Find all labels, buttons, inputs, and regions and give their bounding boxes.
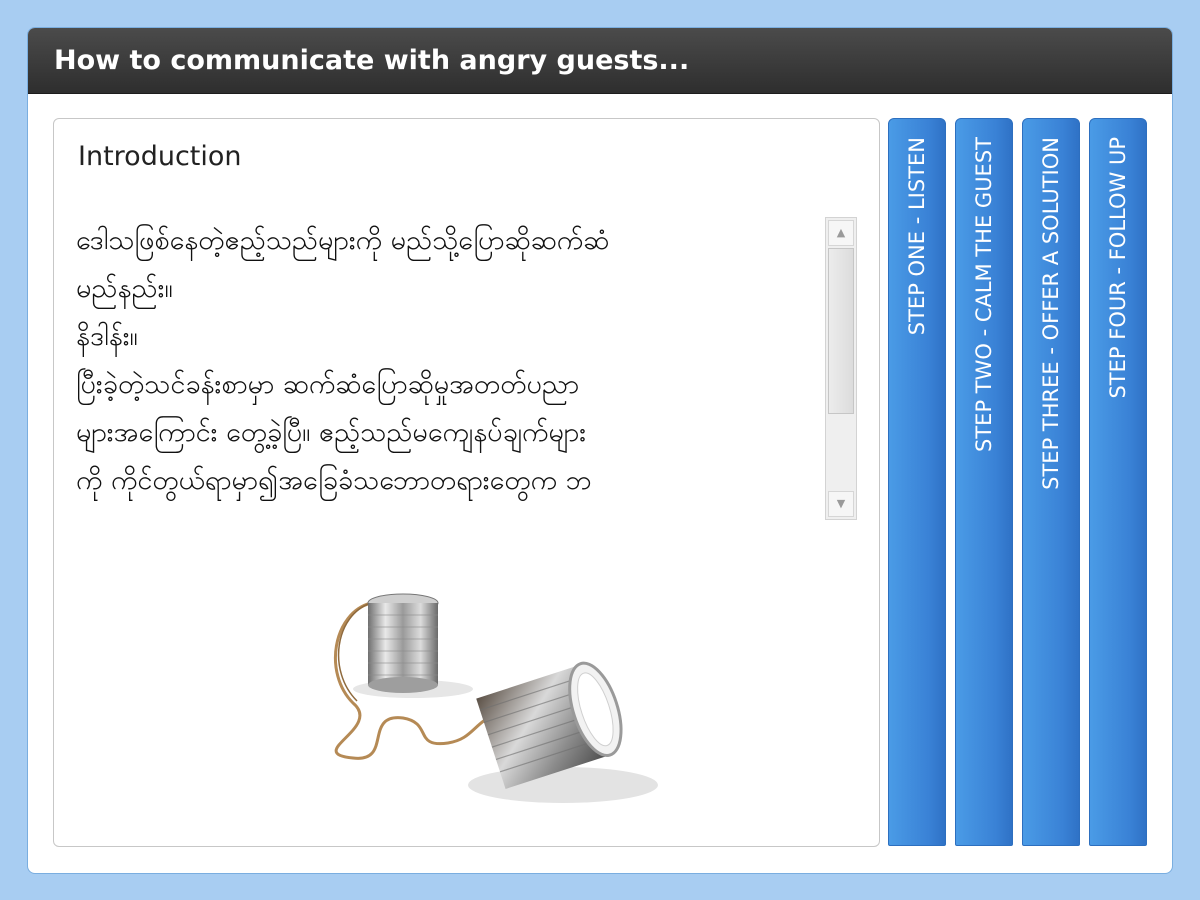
tab-step-two-label: STEP TWO - CALM THE GUEST [972,137,996,452]
tab-step-three-label: STEP THREE - OFFER A SOLUTION [1039,137,1063,490]
vertical-scrollbar[interactable]: ▲ ▼ [825,217,857,520]
body-text: ဒေါသဖြစ်နေတဲ့ဧည့်သည်များကို မည်သို့ပြောဆ… [76,225,610,496]
section-title: Introduction [78,141,242,172]
content-panel: Introduction ဒေါသဖြစ်နေတဲ့ဧည့်သည်များကို… [53,118,880,847]
lesson-window: How to communicate with angry guests... … [27,27,1173,874]
tab-step-one-label: STEP ONE - LISTEN [905,137,929,336]
scroll-up-button[interactable]: ▲ [828,220,854,246]
tab-step-three[interactable]: STEP THREE - OFFER A SOLUTION [1022,118,1080,846]
tab-step-one[interactable]: STEP ONE - LISTEN [888,118,946,846]
up-arrow-icon: ▲ [836,226,846,239]
tin-can-telephone-image [263,553,673,825]
scroll-thumb[interactable] [828,248,854,414]
tab-step-four[interactable]: STEP FOUR - FOLLOW UP [1089,118,1147,846]
window-title: How to communicate with angry guests... [28,28,1172,94]
scroll-down-button[interactable]: ▼ [828,491,854,517]
tab-step-two[interactable]: STEP TWO - CALM THE GUEST [955,118,1013,846]
down-arrow-icon: ▼ [836,497,846,510]
text-scroll-area[interactable]: ဒေါသဖြစ်နေတဲ့ဧည့်သည်များကို မည်သို့ပြောဆ… [76,217,858,520]
tab-step-four-label: STEP FOUR - FOLLOW UP [1106,137,1130,399]
